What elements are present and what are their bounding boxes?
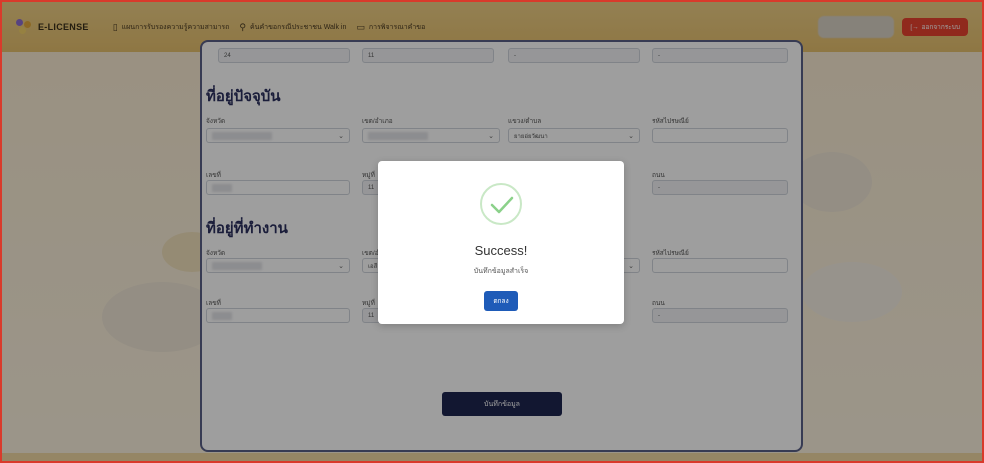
dialog-title: Success! — [474, 243, 528, 258]
ok-button[interactable]: ตกลง — [484, 291, 518, 311]
checkmark-icon — [480, 183, 522, 225]
dialog-message: บันทึกข้อมูลสำเร็จ — [473, 268, 529, 275]
success-dialog: Success! บันทึกข้อมูลสำเร็จ ตกลง — [378, 161, 624, 324]
app-frame: E-LICENSE ▯ แผนการรับรองความรู้ความสามาร… — [0, 0, 984, 463]
